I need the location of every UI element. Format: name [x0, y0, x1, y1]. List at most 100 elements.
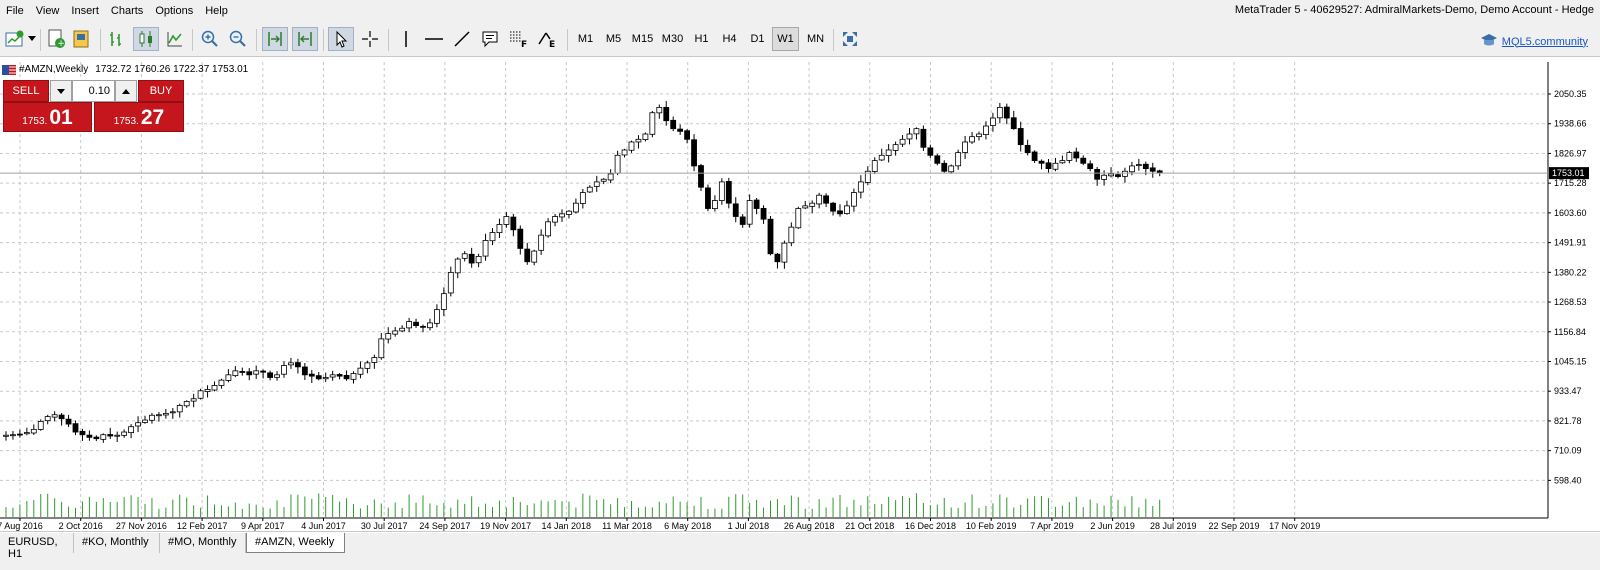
chart-shift-icon[interactable]: [292, 27, 318, 51]
mql5-community-label[interactable]: MQL5.community: [1502, 36, 1588, 48]
y-tick-label: 598.40: [1554, 475, 1582, 485]
tab-mo-monthly[interactable]: #MO, Monthly: [160, 533, 246, 553]
x-tick-label: 24 Sep 2017: [419, 521, 470, 531]
buy-button[interactable]: BUY: [138, 80, 184, 102]
timeframe-m15[interactable]: M15: [628, 27, 657, 51]
text-icon[interactable]: [478, 27, 502, 51]
menu-view[interactable]: View: [30, 5, 66, 17]
y-tick-label: 2050.35: [1554, 89, 1587, 99]
candle-body: [607, 173, 614, 181]
menu-file[interactable]: File: [0, 5, 30, 17]
menu-bar: File View Insert Charts Options Help Met…: [0, 0, 1600, 22]
candle-body: [885, 149, 892, 156]
buy-price-box[interactable]: 1753. 27: [94, 102, 184, 132]
candle-body: [399, 327, 406, 332]
timeframe-m1[interactable]: M1: [572, 27, 599, 51]
timeframe-h4[interactable]: H4: [716, 27, 743, 51]
menu-insert[interactable]: Insert: [65, 5, 105, 17]
candle-body: [1149, 167, 1156, 172]
zoom-in-icon[interactable]: [198, 27, 222, 51]
candle-body: [357, 367, 364, 375]
candle-body: [573, 202, 579, 213]
fibonacci-icon[interactable]: F: [506, 27, 530, 51]
menu-options[interactable]: Options: [149, 5, 199, 17]
x-tick-label: 28 Jul 2019: [1150, 521, 1197, 531]
lot-decrease-button[interactable]: [50, 80, 72, 102]
candle-body: [844, 205, 850, 214]
timeframe-mn[interactable]: MN: [802, 27, 829, 51]
trendline-icon[interactable]: [450, 27, 474, 51]
candle-body: [698, 165, 704, 188]
window-title: MetaTrader 5 - 40629527: AdmiralMarkets-…: [1234, 4, 1594, 16]
timeframe-w1[interactable]: W1: [772, 27, 799, 51]
dropdown-arrow-icon[interactable]: [27, 27, 37, 51]
candle-body: [545, 221, 551, 237]
zoom-out-icon[interactable]: [226, 27, 250, 51]
cursor-icon[interactable]: [328, 27, 354, 51]
candle-body: [301, 366, 308, 376]
candle-body: [371, 357, 378, 363]
candle-body: [447, 271, 454, 294]
tab-amzn-weekly[interactable]: #AMZN, Weekly: [246, 533, 345, 553]
lot-increase-button[interactable]: [115, 80, 137, 102]
candle-body: [531, 250, 538, 263]
timeframe-d1[interactable]: D1: [744, 27, 771, 51]
menu-help[interactable]: Help: [199, 5, 234, 17]
timeframe-m30[interactable]: M30: [658, 27, 687, 51]
chart-window[interactable]: 2050.35 1938.66 1826.97 1715.28 1603.60 1491.…: [0, 58, 1600, 532]
line-chart-icon[interactable]: [163, 27, 187, 51]
candle-body: [114, 434, 121, 437]
candle-body: [705, 187, 711, 209]
candlestick-chart[interactable]: 2050.35 1938.66 1826.97 1715.28 1603.60 1491.…: [0, 58, 1600, 532]
candle-body: [211, 385, 218, 391]
candle-body: [962, 141, 968, 153]
horizontal-line-icon[interactable]: [422, 27, 446, 51]
x-tick-label: 4 Jun 2017: [301, 521, 346, 531]
candle-body: [1066, 152, 1073, 161]
candle-body: [892, 144, 899, 151]
vertical-line-icon[interactable]: [394, 27, 418, 51]
candle-body: [816, 194, 823, 205]
autoscroll-icon[interactable]: [262, 27, 288, 51]
candlestick-icon[interactable]: [133, 27, 159, 51]
y-tick-label: 1603.60: [1554, 208, 1587, 218]
tab-eurusd-h1[interactable]: EURUSD, H1: [0, 533, 74, 560]
new-order-icon[interactable]: +: [44, 27, 68, 51]
sell-price-box[interactable]: 1753. 01: [3, 102, 92, 132]
x-tick-label: 9 Apr 2017: [241, 521, 285, 531]
candle-body: [232, 370, 239, 377]
algo-trading-icon[interactable]: [70, 27, 94, 51]
sell-button[interactable]: SELL: [3, 80, 49, 102]
menu-charts[interactable]: Charts: [105, 5, 149, 17]
new-chart-icon[interactable]: [3, 27, 27, 51]
mql5-hat-icon: [1480, 33, 1498, 50]
lot-size-input[interactable]: [72, 80, 115, 102]
sell-price-fraction: 01: [49, 106, 73, 129]
timeframe-h1[interactable]: H1: [688, 27, 715, 51]
candle-body: [482, 240, 489, 257]
bar-chart-icon[interactable]: [105, 27, 129, 51]
candle-body: [802, 205, 809, 209]
candle-body: [1010, 117, 1017, 130]
candle-body: [1087, 163, 1094, 170]
candle-body: [93, 436, 100, 440]
candle-body: [760, 207, 767, 220]
candle-body: [684, 130, 690, 140]
candle-body: [100, 434, 107, 440]
tab-ko-monthly[interactable]: #KO, Monthly: [74, 533, 160, 553]
candle-body: [253, 370, 260, 375]
candle-body: [670, 119, 677, 130]
candle-body: [79, 430, 86, 436]
candle-body: [433, 309, 440, 324]
candle-body: [1122, 170, 1128, 177]
candle-body: [837, 210, 843, 215]
mql5-community-link[interactable]: MQL5.community: [1480, 33, 1588, 50]
candle-body: [593, 181, 600, 187]
fullscreen-icon[interactable]: [838, 27, 862, 51]
crosshair-icon[interactable]: [358, 27, 382, 51]
candle-body: [65, 418, 72, 425]
objects-icon[interactable]: E: [534, 27, 562, 51]
candle-body: [1115, 174, 1121, 177]
timeframe-m5[interactable]: M5: [600, 27, 627, 51]
candle-body: [135, 422, 141, 427]
